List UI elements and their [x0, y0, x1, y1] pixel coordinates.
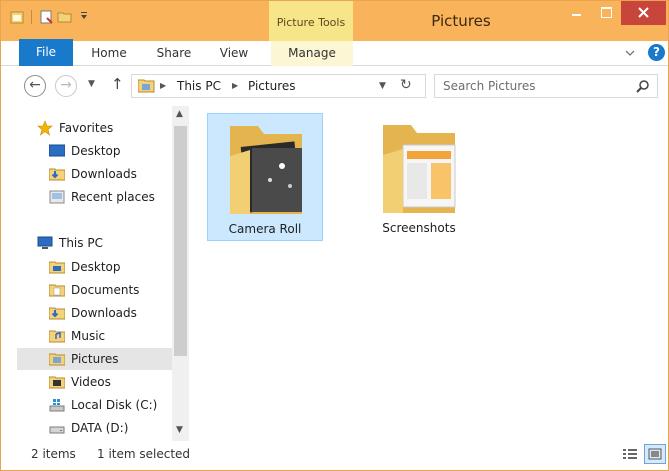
picture-tools-label: Picture Tools: [276, 16, 346, 29]
tree-item-label: Videos: [71, 375, 111, 389]
computer-icon: [37, 236, 53, 249]
forward-button[interactable]: →: [55, 75, 77, 97]
app-folder-icon[interactable]: [9, 9, 25, 25]
tree-favorites-label: Favorites: [59, 121, 114, 135]
documents-folder-icon: [49, 284, 65, 297]
breadcrumb-arrow-icon[interactable]: ▶: [232, 81, 238, 90]
folder-name: Screenshots: [382, 221, 456, 235]
help-icon[interactable]: ?: [648, 44, 665, 61]
picture-tools-context-group: Picture Tools: [269, 1, 353, 41]
maximize-button[interactable]: [591, 1, 621, 25]
scroll-up-arrow-icon[interactable]: ▲: [176, 109, 183, 119]
tree-pc-pictures[interactable]: Pictures: [17, 348, 172, 370]
navigation-pane: Favorites Desktop Downloads Recent place…: [1, 106, 191, 441]
qat-separator: [31, 10, 32, 24]
tab-manage[interactable]: Manage: [271, 41, 353, 66]
pictures-folder-icon: [138, 79, 155, 93]
downloads-folder-icon: [49, 307, 65, 320]
folder-tile-screenshots[interactable]: Screenshots: [361, 113, 477, 241]
folder-tile-camera-roll[interactable]: Camera Roll: [207, 113, 323, 241]
selection-status: 1 item selected: [97, 447, 191, 461]
explorer-window: Picture Tools Pictures File Home Share V…: [0, 0, 669, 471]
address-dropdown-icon[interactable]: ▼: [379, 81, 386, 91]
back-button[interactable]: ←: [24, 75, 46, 97]
downloads-folder-icon: [49, 168, 65, 181]
tree-item-label: Downloads: [71, 306, 137, 320]
new-folder-icon[interactable]: [57, 9, 73, 25]
details-view-icon[interactable]: [621, 445, 639, 463]
expand-ribbon-chevron-icon[interactable]: [625, 48, 635, 58]
search-input[interactable]: [443, 78, 623, 94]
tree-item-label: Desktop: [71, 144, 121, 158]
tab-file[interactable]: File: [19, 39, 73, 66]
windows-drive-icon: [49, 399, 65, 412]
tree-item-label: Recent places: [71, 190, 155, 204]
folder-name: Camera Roll: [228, 222, 302, 236]
close-button[interactable]: [621, 1, 666, 25]
star-icon: [37, 120, 53, 136]
tab-view[interactable]: View: [211, 41, 257, 66]
item-count: 2 items: [31, 447, 76, 461]
up-arrow-icon[interactable]: ↑: [111, 75, 124, 93]
breadcrumb-arrow-icon[interactable]: ▶: [160, 81, 166, 90]
large-icons-view-icon: [648, 448, 662, 460]
tree-item-label: Documents: [71, 283, 140, 297]
search-box[interactable]: [434, 74, 658, 98]
file-list: Camera Roll Screenshots: [191, 106, 668, 441]
status-bar: 2 items 1 item selected: [1, 441, 668, 470]
breadcrumb-this-pc[interactable]: This PC: [177, 79, 221, 93]
music-folder-icon: [49, 330, 65, 343]
refresh-icon[interactable]: ↻: [400, 77, 412, 93]
tree-item-label: Music: [71, 329, 106, 343]
recent-locations-chevron-icon[interactable]: ▼: [88, 79, 95, 89]
recent-places-icon: [49, 190, 65, 204]
properties-icon[interactable]: [38, 9, 54, 25]
videos-folder-icon: [49, 376, 65, 389]
customize-qat-icon[interactable]: [76, 9, 92, 25]
tab-share[interactable]: Share: [149, 41, 199, 66]
tree-item-label: Downloads: [71, 167, 137, 181]
camera-roll-folder-icon: [230, 126, 302, 214]
pictures-folder-icon: [49, 353, 65, 366]
large-icons-view-button[interactable]: [644, 444, 666, 464]
breadcrumb-pictures[interactable]: Pictures: [248, 79, 296, 93]
scroll-down-arrow-icon[interactable]: ▼: [176, 425, 183, 435]
tree-item-label: Local Disk (C:): [71, 398, 158, 412]
tree-item-label: Pictures: [71, 352, 119, 366]
ribbon-tab-bar: File Home Share View Manage ?: [1, 39, 668, 66]
address-bar[interactable]: ▶ This PC ▶ Pictures ▼ ↻: [131, 74, 426, 98]
close-icon: [638, 7, 649, 18]
screenshots-folder-icon: [383, 125, 456, 213]
nav-scrollbar[interactable]: ▲ ▼: [172, 106, 189, 441]
quick-access-toolbar: [9, 9, 92, 25]
scrollbar-thumb[interactable]: [174, 126, 187, 356]
tab-home[interactable]: Home: [83, 41, 135, 66]
minimize-button[interactable]: [561, 1, 591, 25]
title-bar: Picture Tools Pictures: [1, 1, 668, 41]
search-icon[interactable]: [635, 79, 651, 95]
desktop-icon: [49, 144, 65, 157]
address-row: ← → ▼ ↑ ▶ This PC ▶ Pictures ▼ ↻: [1, 66, 668, 106]
desktop-folder-icon: [49, 261, 65, 274]
tree-item-label: DATA (D:): [71, 421, 129, 435]
drive-icon: [49, 426, 65, 434]
tree-this-pc-label: This PC: [59, 236, 103, 250]
window-title: Pictures: [431, 12, 491, 30]
tree-item-label: Desktop: [71, 260, 121, 274]
